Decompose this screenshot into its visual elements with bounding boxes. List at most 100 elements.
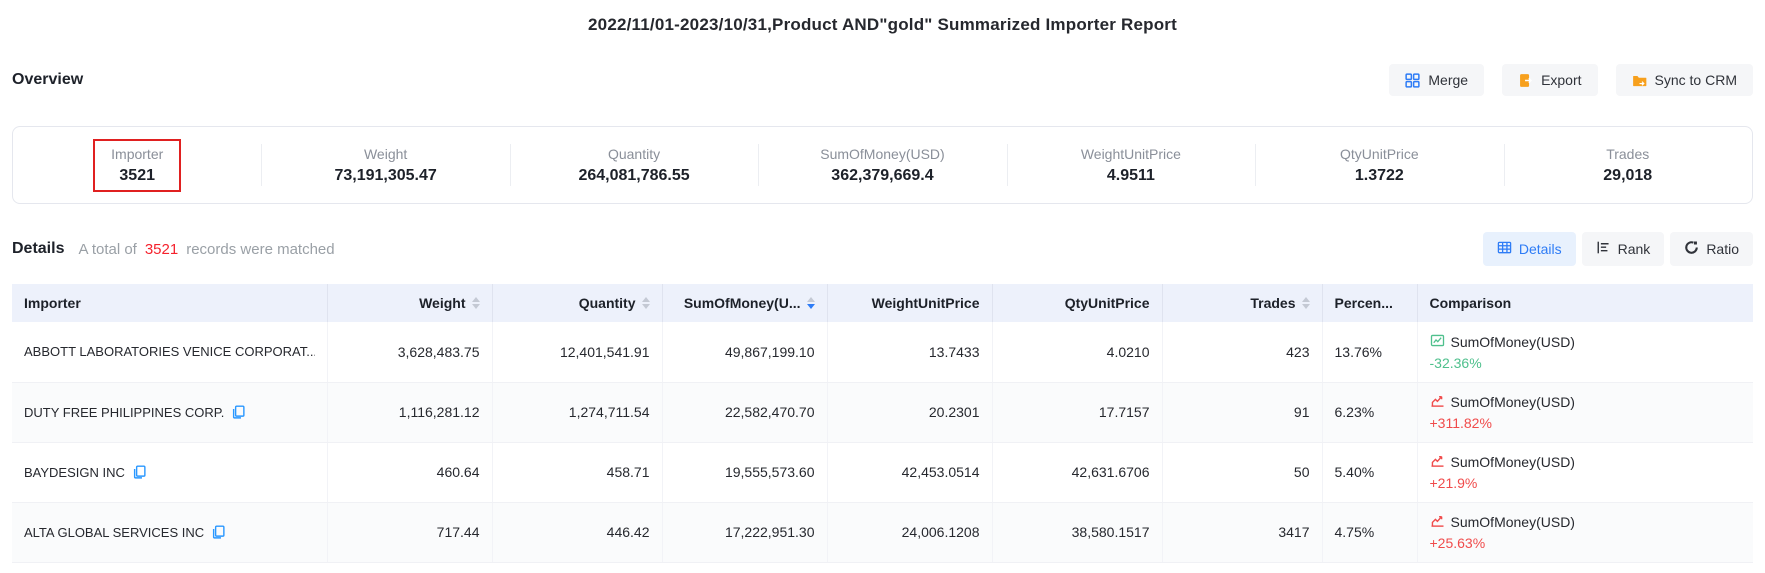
qty-unit-price-cell: 42,631.6706: [992, 442, 1162, 502]
stat-label: QtyUnitPrice: [1340, 146, 1419, 162]
sum-of-money-cell: 22,582,470.70: [662, 382, 827, 442]
tab-ratio[interactable]: Ratio: [1670, 232, 1753, 266]
summary-suffix: records were matched: [186, 241, 334, 258]
comparison-cell: SumOfMoney(USD) -32.36%: [1417, 322, 1753, 382]
details-heading: Details: [12, 240, 64, 258]
sum-of-money-cell: 49,867,199.10: [662, 322, 827, 382]
stat-value: 1.3722: [1355, 167, 1404, 185]
column-label: Percen...: [1335, 295, 1393, 311]
trades-cell: 3417: [1162, 502, 1322, 562]
weight-cell: 1,116,281.12: [327, 382, 492, 442]
column-header-sumofmoney-u[interactable]: SumOfMoney(U...: [662, 284, 827, 322]
weight-unit-price-cell: 13.7433: [827, 322, 992, 382]
export-button[interactable]: Export: [1502, 64, 1597, 96]
table-header-row: Importer Weight Quantity SumOfMoney(U... Wei…: [12, 284, 1753, 322]
page-title: 2022/11/01-2023/10/31,Product AND"gold" …: [0, 0, 1765, 35]
comparison-metric-label: SumOfMoney(USD): [1451, 454, 1575, 470]
stat-value: 362,379,669.4: [831, 167, 933, 185]
stat-label: Importer: [111, 146, 163, 162]
sync-to-crm-button-label: Sync to CRM: [1655, 72, 1737, 88]
weight-unit-price-cell: 42,453.0514: [827, 442, 992, 502]
column-header-weight[interactable]: Weight: [327, 284, 492, 322]
stat-value: 29,018: [1603, 167, 1652, 185]
weight-cell: 460.64: [327, 442, 492, 502]
comparison-change: -32.36%: [1430, 355, 1742, 371]
sort-carets-icon[interactable]: [807, 297, 815, 309]
table-row: ABBOTT LABORATORIES VENICE CORPORAT...3,…: [12, 322, 1753, 382]
stat-value: 73,191,305.47: [334, 167, 436, 185]
merge-button[interactable]: Merge: [1389, 64, 1484, 96]
comparison-metric-label: SumOfMoney(USD): [1451, 514, 1575, 530]
tab-details[interactable]: Details: [1483, 232, 1576, 266]
export-icon: [1518, 73, 1533, 88]
stat-value: 3521: [119, 167, 155, 185]
sort-carets-icon[interactable]: [1302, 297, 1310, 309]
column-label: Importer: [24, 295, 81, 311]
comparison-metric-label: SumOfMoney(USD): [1451, 334, 1575, 350]
overview-stats-card: Importer3521Weight73,191,305.47Quantity2…: [12, 126, 1753, 204]
rank-chart-icon: [1596, 240, 1611, 258]
comparison-metric-label: SumOfMoney(USD): [1451, 394, 1575, 410]
overview-actions: Merge Export Sync to CRM: [1389, 64, 1753, 96]
column-label: WeightUnitPrice: [872, 295, 980, 311]
table-row: BAYDESIGN INC460.64458.7119,555,573.6042…: [12, 442, 1753, 502]
percent-cell: 5.40%: [1322, 442, 1417, 502]
copy-icon[interactable]: [211, 525, 225, 539]
merge-button-label: Merge: [1428, 72, 1468, 88]
overview-stat-qtyunitprice: QtyUnitPrice 1.3722: [1255, 127, 1503, 203]
column-header-importer: Importer: [12, 284, 327, 322]
sum-of-money-cell: 17,222,951.30: [662, 502, 827, 562]
importer-name: ALTA GLOBAL SERVICES INC: [24, 525, 204, 540]
column-header-trades[interactable]: Trades: [1162, 284, 1322, 322]
details-table: Importer Weight Quantity SumOfMoney(U... Wei…: [12, 284, 1753, 563]
qty-unit-price-cell: 38,580.1517: [992, 502, 1162, 562]
importer-name: ABBOTT LABORATORIES VENICE CORPORAT...: [24, 344, 315, 359]
quantity-cell: 1,274,711.54: [492, 382, 662, 442]
sort-carets-icon[interactable]: [642, 297, 650, 309]
quantity-cell: 446.42: [492, 502, 662, 562]
tab-details-label: Details: [1519, 241, 1562, 257]
details-section-bar: Details A total of 3521 records were mat…: [12, 231, 1753, 267]
sum-of-money-cell: 19,555,573.60: [662, 442, 827, 502]
trades-cell: 50: [1162, 442, 1322, 502]
comparison-cell: SumOfMoney(USD)+21.9%: [1417, 442, 1753, 502]
sort-carets-icon[interactable]: [472, 297, 480, 309]
trend-up-chart-icon: [1430, 453, 1445, 471]
importer-cell: ABBOTT LABORATORIES VENICE CORPORAT...: [12, 322, 327, 382]
trend-up-chart-icon: [1430, 393, 1445, 411]
column-label: Trades: [1250, 295, 1295, 311]
stat-label: WeightUnitPrice: [1081, 146, 1181, 162]
trades-cell: 423: [1162, 322, 1322, 382]
qty-unit-price-cell: 17.7157: [992, 382, 1162, 442]
records-summary: A total of 3521 records were matched: [78, 241, 334, 258]
weight-cell: 717.44: [327, 502, 492, 562]
sync-to-crm-button[interactable]: Sync to CRM: [1616, 64, 1753, 96]
stat-value: 4.9511: [1107, 167, 1155, 185]
table-row: DUTY FREE PHILIPPINES CORP.1,116,281.121…: [12, 382, 1753, 442]
highlight-box: Importer 3521: [93, 139, 181, 192]
importer-cell: ALTA GLOBAL SERVICES INC: [12, 502, 327, 562]
copy-icon[interactable]: [132, 465, 146, 479]
column-header-comparison: Comparison: [1417, 284, 1753, 322]
importer-cell: BAYDESIGN INC: [12, 442, 327, 502]
overview-section-bar: Overview Merge Export Sync to CRM: [12, 64, 1753, 96]
trend-down-chart-icon: [1430, 333, 1445, 351]
stat-value: 264,081,786.55: [578, 167, 689, 185]
stat-label: Trades: [1606, 146, 1649, 162]
column-label: QtyUnitPrice: [1065, 295, 1150, 311]
tab-rank-label: Rank: [1618, 241, 1651, 257]
trend-up-chart-icon: [1430, 513, 1445, 531]
view-tabs: Details Rank Ratio: [1483, 232, 1753, 266]
column-label: Quantity: [579, 295, 636, 311]
weight-unit-price-cell: 20.2301: [827, 382, 992, 442]
tab-rank[interactable]: Rank: [1582, 232, 1665, 266]
importer-name: DUTY FREE PHILIPPINES CORP.: [24, 405, 224, 420]
comparison-cell: SumOfMoney(USD)+311.82%: [1417, 382, 1753, 442]
stat-label: SumOfMoney(USD): [820, 146, 944, 162]
overview-stat-weight: Weight73,191,305.47: [261, 127, 509, 203]
column-header-quantity[interactable]: Quantity: [492, 284, 662, 322]
overview-stat-weightunitprice: WeightUnitPrice 4.9511: [1007, 127, 1255, 203]
column-header-percen: Percen...: [1322, 284, 1417, 322]
column-header-weightunitprice: WeightUnitPrice: [827, 284, 992, 322]
copy-icon[interactable]: [231, 405, 245, 419]
